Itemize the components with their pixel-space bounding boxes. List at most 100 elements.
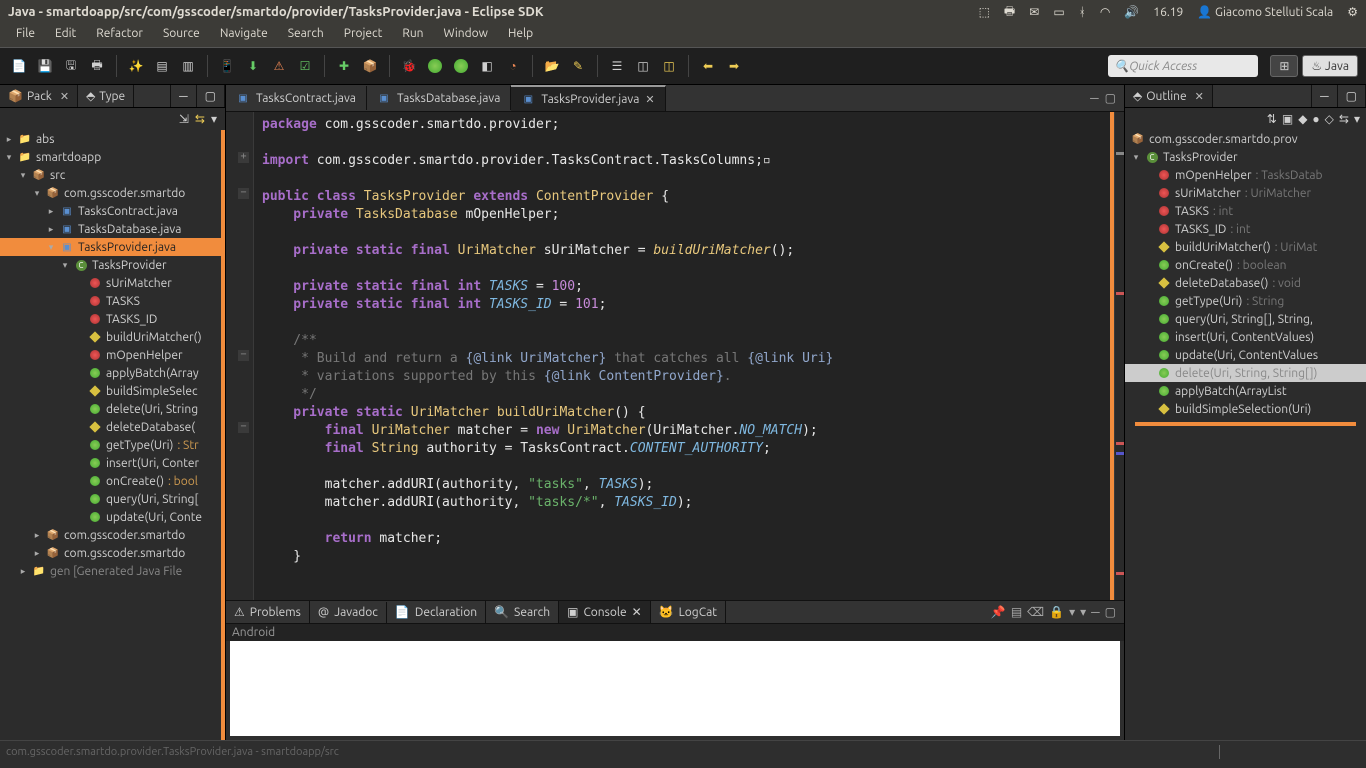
view-tab[interactable]: @Javadoc: [310, 602, 387, 623]
filter-public-icon[interactable]: ●: [1312, 112, 1319, 126]
tree-item[interactable]: ▣TasksContract.java: [0, 202, 221, 220]
menu-navigate[interactable]: Navigate: [212, 25, 276, 42]
print-icon[interactable]: 🖶: [86, 55, 108, 77]
expand-icon[interactable]: [4, 134, 14, 145]
tab-package-explorer[interactable]: 📦 Pack✕: [0, 85, 78, 107]
close-icon[interactable]: ✕: [645, 93, 654, 106]
display-icon[interactable]: ▤: [1011, 605, 1022, 619]
scroll-lock-icon[interactable]: 🔒: [1049, 605, 1064, 619]
menu-search[interactable]: Search: [280, 25, 332, 42]
expand-icon[interactable]: [32, 188, 42, 199]
check-icon[interactable]: ☑: [294, 55, 316, 77]
build2-icon[interactable]: ▥: [177, 55, 199, 77]
clock[interactable]: 16.19: [1153, 6, 1183, 19]
outline-item[interactable]: deleteDatabase() : void: [1125, 274, 1366, 292]
outline-item[interactable]: sUriMatcher : UriMatcher: [1125, 184, 1366, 202]
close-icon[interactable]: ✕: [1195, 90, 1204, 103]
expand-icon[interactable]: [32, 548, 42, 559]
fold-toggle-icon[interactable]: −: [238, 188, 249, 199]
editor-gutter[interactable]: + − − −: [226, 112, 254, 600]
menu-run[interactable]: Run: [394, 25, 431, 42]
open-icon[interactable]: 📂: [541, 55, 563, 77]
tree-item[interactable]: 📦com.gsscoder.smartdo: [0, 526, 221, 544]
view-tab[interactable]: 🐱LogCat: [651, 601, 726, 623]
pin-icon[interactable]: 📌: [991, 605, 1006, 619]
editor-tab[interactable]: ▣TasksDatabase.java: [367, 86, 511, 110]
menu-refactor[interactable]: Refactor: [88, 25, 151, 42]
edit-icon[interactable]: ✎: [567, 55, 589, 77]
maximize-icon[interactable]: ▢: [197, 85, 225, 107]
menu-edit[interactable]: Edit: [47, 25, 84, 42]
tree-item[interactable]: 📁gen [Generated Java File: [0, 562, 221, 580]
print-icon[interactable]: 🖶: [1004, 2, 1015, 23]
mail-icon[interactable]: ✉: [1029, 5, 1039, 19]
overview-ruler[interactable]: [1114, 112, 1124, 600]
clear-icon[interactable]: ⌫: [1027, 605, 1044, 619]
tree-item[interactable]: update(Uri, Conte: [0, 508, 221, 526]
sort-icon[interactable]: ⇅: [1267, 112, 1277, 126]
expand-icon[interactable]: [32, 530, 42, 541]
expand-icon[interactable]: [18, 170, 28, 181]
newclass-icon[interactable]: ✚: [333, 55, 355, 77]
tree-item[interactable]: onCreate() : bool: [0, 472, 221, 490]
expand-icon[interactable]: [18, 566, 28, 577]
editor-tab[interactable]: ▣TasksContract.java: [226, 86, 367, 110]
link-icon[interactable]: ⇆: [195, 112, 205, 126]
outline-item[interactable]: delete(Uri, String, String[]): [1125, 364, 1366, 382]
tree-item[interactable]: 📦com.gsscoder.smartdo: [0, 544, 221, 562]
outline-item[interactable]: TASKS_ID : int: [1125, 220, 1366, 238]
tab-type-hierarchy[interactable]: ⬘ Type: [78, 85, 134, 107]
tree-item[interactable]: ▣TasksDatabase.java: [0, 220, 221, 238]
runext-icon[interactable]: [450, 55, 472, 77]
outline-item[interactable]: query(Uri, String[], String,: [1125, 310, 1366, 328]
new-icon[interactable]: 📄: [8, 55, 30, 77]
outline-item[interactable]: mOpenHelper : TasksDatab: [1125, 166, 1366, 184]
close-icon[interactable]: ✕: [632, 605, 642, 619]
expand-icon[interactable]: [46, 224, 56, 235]
outline-item[interactable]: buildSimpleSelection(Uri): [1125, 400, 1366, 418]
minimize-icon[interactable]: ─: [1091, 605, 1100, 619]
collapse-icon[interactable]: ⇲: [179, 112, 189, 126]
wifi-icon[interactable]: ◠: [1100, 5, 1110, 19]
tree-item[interactable]: 📁smartdoapp: [0, 148, 221, 166]
quick-access-input[interactable]: 🔍 Quick Access: [1108, 55, 1258, 77]
open-perspective-button[interactable]: ⊞: [1270, 55, 1298, 77]
outline-item[interactable]: onCreate() : boolean: [1125, 256, 1366, 274]
tree-item[interactable]: buildSimpleSelec: [0, 382, 221, 400]
expand-icon[interactable]: [46, 242, 56, 253]
forward-icon[interactable]: ➡: [723, 55, 745, 77]
tree-item[interactable]: query(Uri, String[: [0, 490, 221, 508]
fold-toggle-icon[interactable]: +: [238, 152, 249, 163]
expand-icon[interactable]: [4, 152, 14, 163]
outline-item[interactable]: buildUriMatcher() : UriMat: [1125, 238, 1366, 256]
minimize-icon[interactable]: ─: [1311, 85, 1338, 107]
expand-icon[interactable]: [46, 206, 56, 217]
dropbox-icon[interactable]: ⬚: [979, 5, 990, 19]
new-console-icon[interactable]: ▾: [1080, 605, 1086, 619]
filter-static-icon[interactable]: ◆: [1298, 112, 1307, 126]
view-menu-icon[interactable]: ▾: [211, 112, 217, 126]
bluetooth-icon[interactable]: ᚼ: [1079, 6, 1086, 19]
tree-item[interactable]: 📁abs: [0, 130, 221, 148]
avd-icon[interactable]: 📱: [216, 55, 238, 77]
tree-item[interactable]: insert(Uri, Conter: [0, 454, 221, 472]
fold-toggle-icon[interactable]: −: [238, 350, 249, 361]
menu-source[interactable]: Source: [155, 25, 208, 42]
tree-item[interactable]: 📦src: [0, 166, 221, 184]
maximize-icon[interactable]: ▢: [1105, 91, 1116, 105]
tab-outline[interactable]: ⬘ Outline✕: [1125, 85, 1213, 107]
tree-item[interactable]: buildUriMatcher(): [0, 328, 221, 346]
outline-item[interactable]: insert(Uri, ContentValues): [1125, 328, 1366, 346]
expand-icon[interactable]: [60, 260, 70, 271]
tree-item[interactable]: 📦com.gsscoder.smartdo: [0, 184, 221, 202]
view-tab[interactable]: 🔍Search: [486, 601, 559, 623]
outline-class[interactable]: CTasksProvider: [1125, 148, 1366, 166]
save-icon[interactable]: 💾: [34, 55, 56, 77]
gear-icon[interactable]: ⚙: [1347, 5, 1358, 19]
maximize-icon[interactable]: ▢: [1105, 605, 1116, 619]
view-menu-icon[interactable]: ▾: [1354, 112, 1360, 126]
plugin-icon[interactable]: ◫: [632, 55, 654, 77]
close-icon[interactable]: ✕: [60, 90, 69, 103]
plugin2-icon[interactable]: ◫: [658, 55, 680, 77]
tree-item[interactable]: sUriMatcher: [0, 274, 221, 292]
